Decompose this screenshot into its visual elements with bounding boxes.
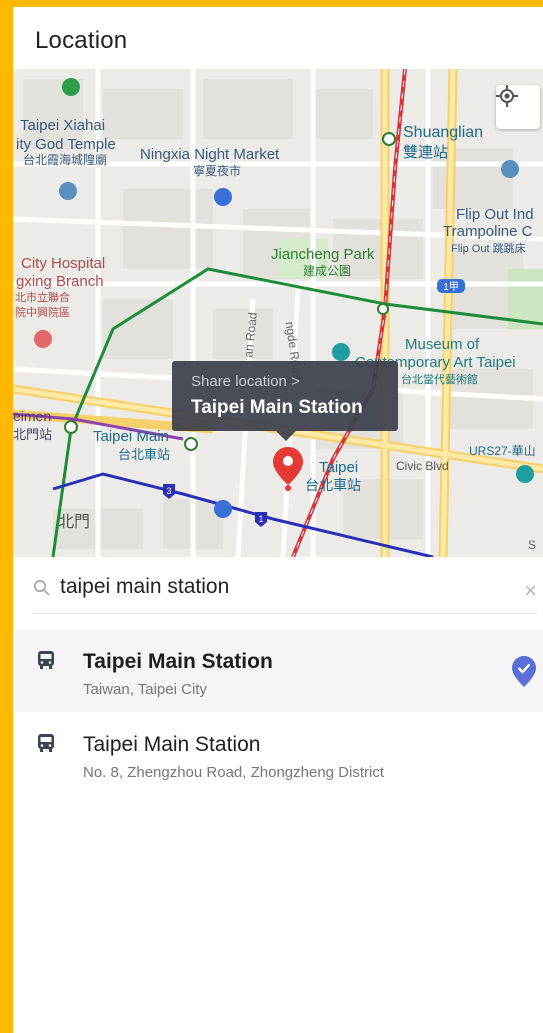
map-label: Taipei Xiahai: [20, 117, 105, 134]
svg-text:1: 1: [258, 514, 263, 524]
svg-text:北門: 北門: [58, 513, 90, 531]
bus-icon: [38, 734, 54, 752]
svg-text:雙連站: 雙連站: [403, 144, 448, 161]
result-name: Taipei Main Station: [83, 733, 261, 756]
clear-search-button[interactable]: ×: [524, 578, 537, 604]
result-item[interactable]: Taipei Main Station No. 8, Zhengzhou Roa…: [13, 713, 543, 795]
svg-text:台北霞海城隍廟: 台北霞海城隍廟: [23, 152, 107, 167]
crosshair-icon: [496, 85, 518, 107]
result-address: Taiwan, Taipei City: [83, 681, 207, 698]
search-bar[interactable]: taipei main station ×: [33, 567, 537, 614]
svg-text:S: S: [528, 538, 536, 552]
bus-icon: [38, 651, 54, 669]
share-location-link[interactable]: Share location >: [191, 373, 300, 390]
svg-text:Shuanglian: Shuanglian: [403, 124, 483, 141]
svg-text:寧夏夜市: 寧夏夜市: [193, 163, 241, 178]
share-location-bubble[interactable]: Share location > Taipei Main Station: [172, 361, 398, 441]
svg-text:gxing Branch: gxing Branch: [16, 273, 104, 290]
svg-text:Flip Out 跳跳床: Flip Out 跳跳床: [451, 241, 526, 255]
page-title: Location: [35, 27, 128, 54]
result-name: Taipei Main Station: [83, 650, 273, 673]
svg-text:北市立聯合: 北市立聯合: [15, 290, 70, 304]
svg-text:院中興院區: 院中興院區: [15, 305, 70, 319]
svg-text:eimen: eimen: [13, 408, 51, 424]
search-input[interactable]: taipei main station: [60, 575, 229, 599]
svg-text:建成公園: 建成公園: [303, 264, 351, 278]
bubble-place-name: Taipei Main Station: [191, 397, 363, 418]
svg-text:北門站: 北門站: [13, 427, 52, 442]
svg-text:Taipei: Taipei: [319, 459, 358, 476]
svg-text:Museum of: Museum of: [405, 336, 480, 353]
svg-text:1甲: 1甲: [443, 282, 459, 293]
svg-text:City Hospital: City Hospital: [21, 255, 105, 272]
map-view[interactable]: 1甲 3 1 Taipei Xiahai ity God Temple 台北霞海…: [13, 69, 543, 557]
svg-text:Ningxia Night Market: Ningxia Night Market: [140, 146, 280, 163]
search-icon: [33, 579, 50, 596]
svg-text:URS27-華山: URS27-華山: [469, 444, 536, 458]
selected-check-icon: [512, 656, 536, 687]
svg-text:3: 3: [166, 486, 171, 496]
svg-text:台北當代藝術館: 台北當代藝術館: [401, 372, 478, 386]
svg-text:ity God Temple: ity God Temple: [16, 136, 116, 153]
svg-text:Civic Blvd: Civic Blvd: [396, 459, 449, 473]
svg-text:台北車站: 台北車站: [305, 477, 361, 493]
svg-text:Flip Out Ind: Flip Out Ind: [456, 206, 534, 223]
result-item-selected[interactable]: Taipei Main Station Taiwan, Taipei City: [13, 630, 543, 712]
my-location-button[interactable]: [496, 85, 540, 129]
svg-text:台北車站: 台北車站: [118, 447, 170, 462]
result-address: No. 8, Zhengzhou Road, Zhongzheng Distri…: [83, 764, 385, 781]
svg-text:Trampoline C: Trampoline C: [443, 223, 533, 240]
svg-text:Taipei Main: Taipei Main: [93, 428, 169, 445]
svg-text:Jiancheng Park: Jiancheng Park: [271, 246, 375, 263]
location-panel: Location 1甲 3 1 Taipei Xiahai ity God Te…: [13, 7, 543, 1033]
